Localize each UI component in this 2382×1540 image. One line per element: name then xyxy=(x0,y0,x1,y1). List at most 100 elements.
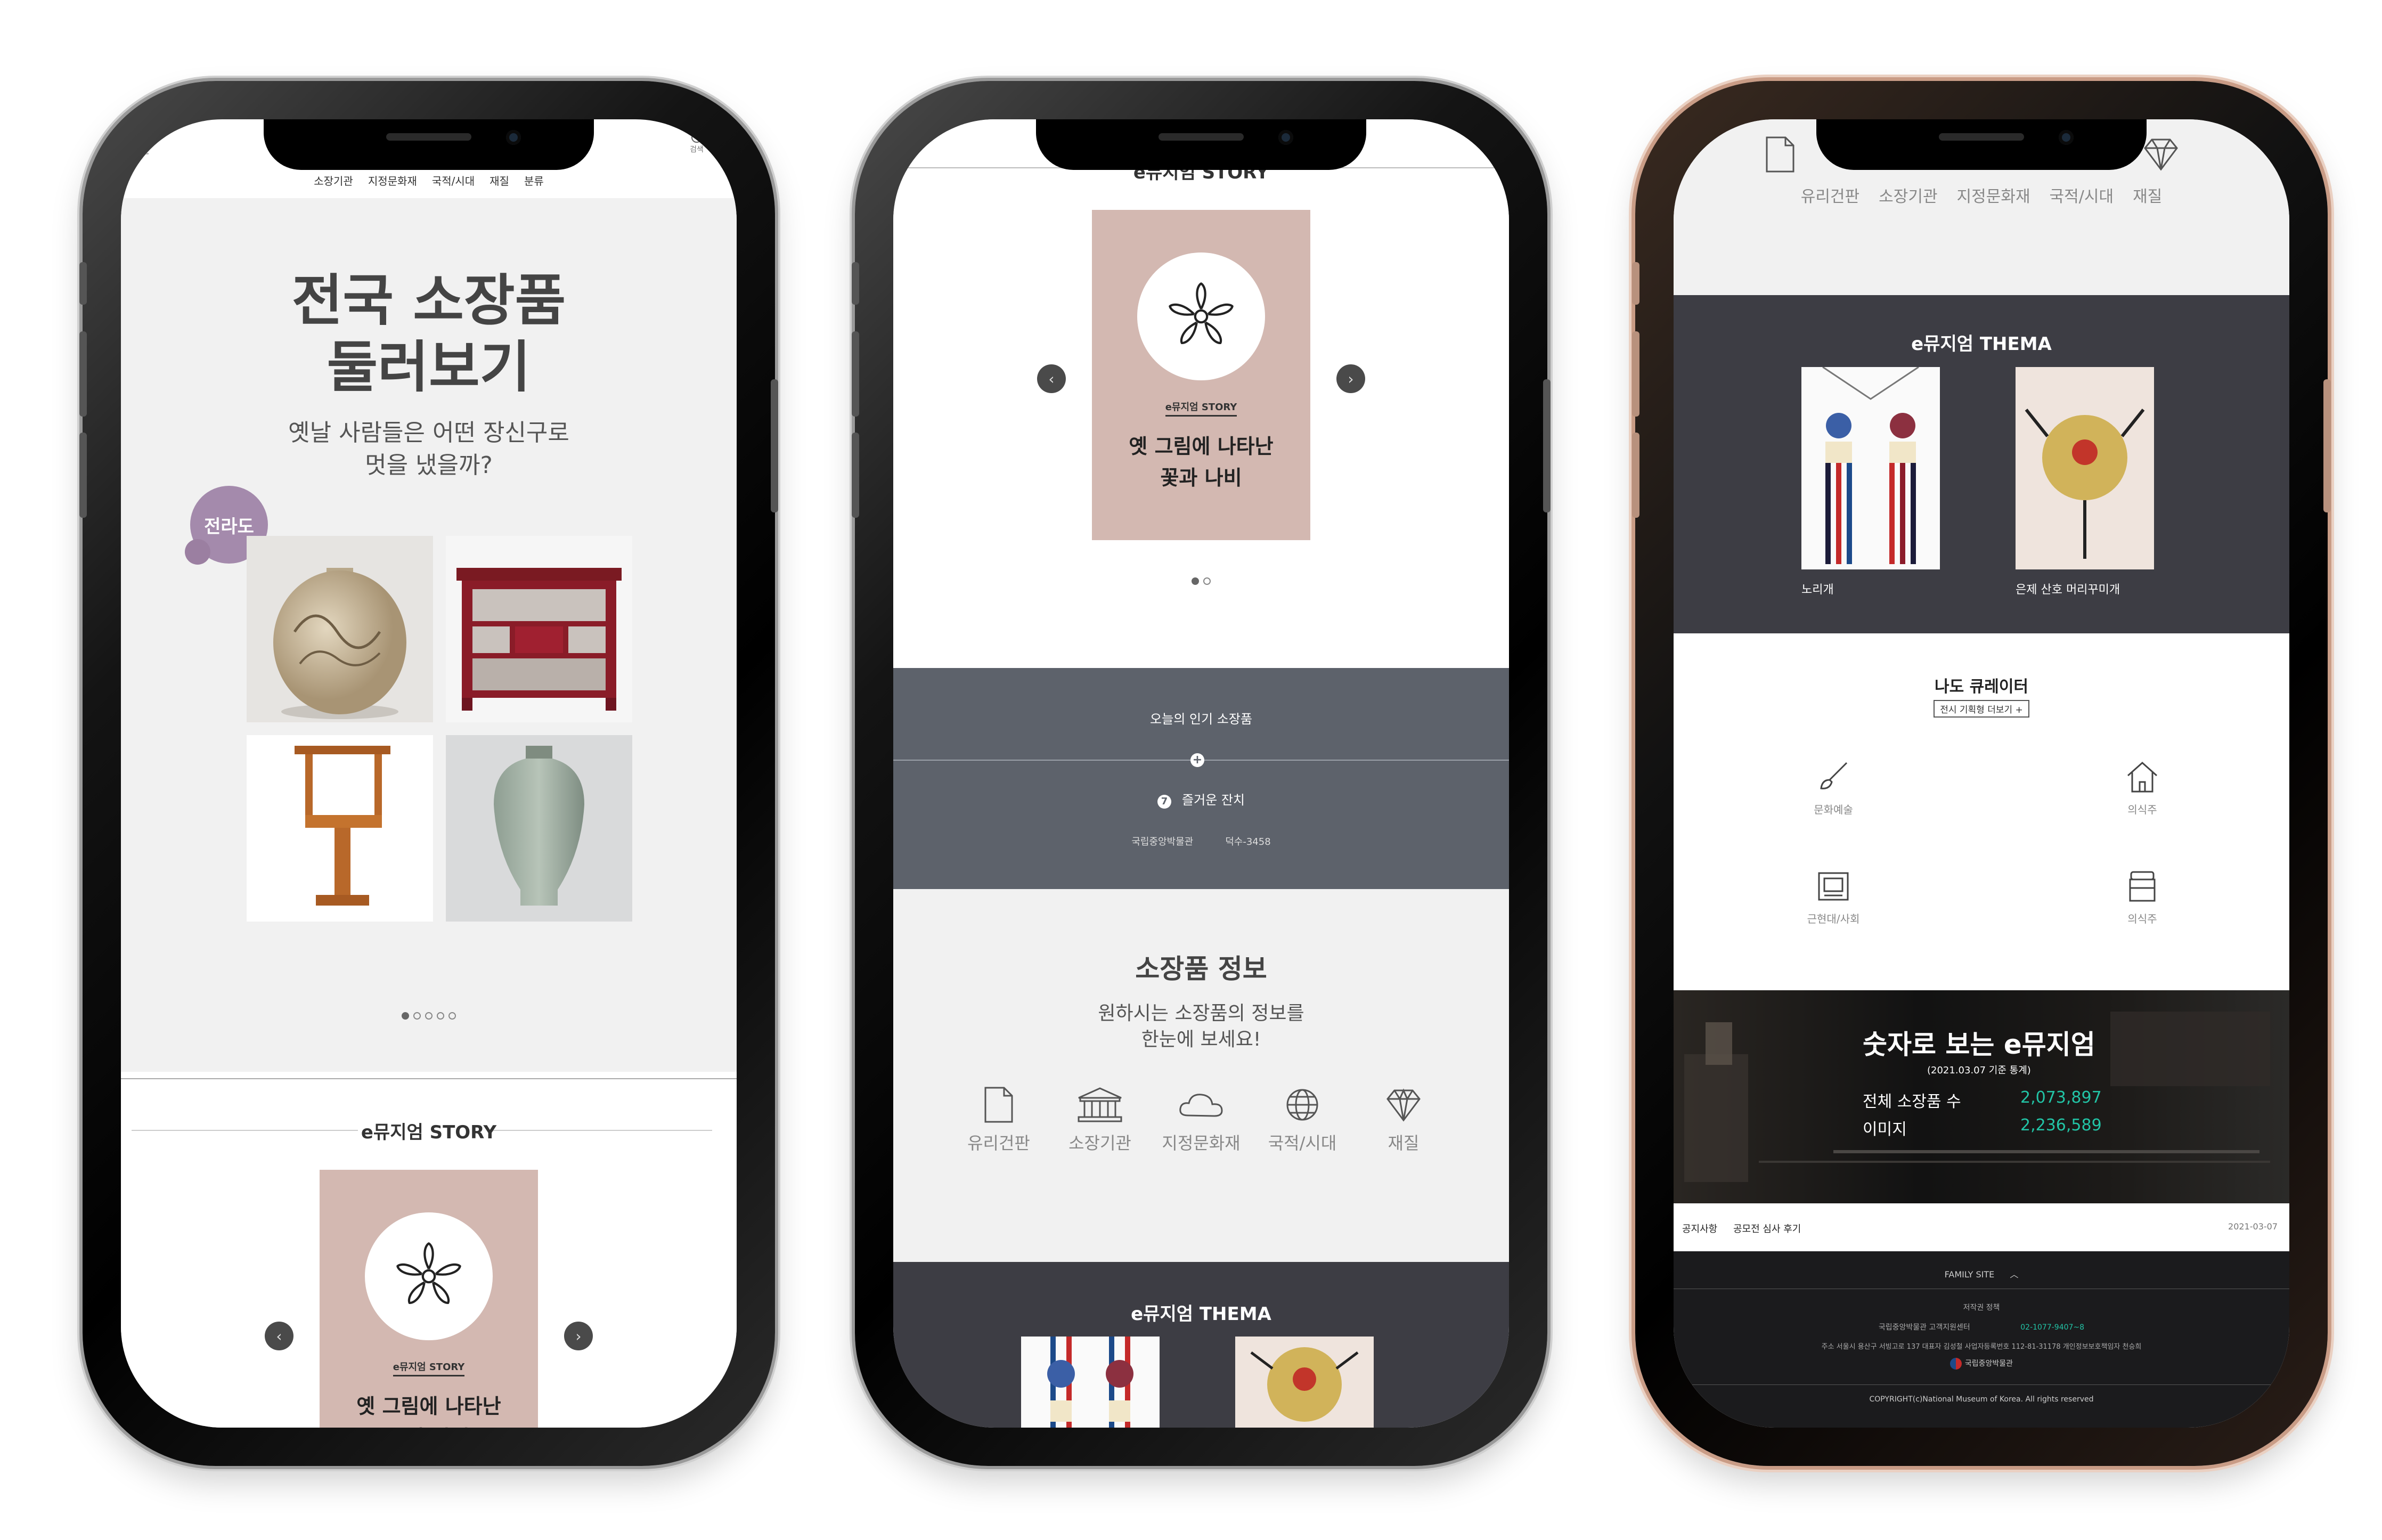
carousel-dots[interactable] xyxy=(893,577,1509,585)
thema-caption: 노리개 xyxy=(1801,583,1834,597)
nav-label[interactable]: 지정문화재 xyxy=(1957,183,2030,207)
support-phone[interactable]: 02-1077-9407~8 xyxy=(2020,1323,2084,1332)
side-button xyxy=(79,433,87,518)
container-icon xyxy=(2129,871,2156,902)
thema-thumb-hairpin[interactable] xyxy=(1235,1337,1374,1428)
phone-mockup-2: e뮤지엄 STORY e뮤지엄 STORY 옛 그림에 나타난 꽃과 나비 ‹ … xyxy=(852,81,1551,1466)
stats-date: (2021.03.07 기준 통계) xyxy=(1927,1065,2031,1076)
story-title: 옛 그림에 나타난 xyxy=(356,1395,501,1418)
hero-subtitle: 멋을 냈을까? xyxy=(365,452,493,479)
info-item-institution[interactable]: 소장기관 xyxy=(1049,1086,1151,1154)
category-living-2[interactable]: 의식주 xyxy=(2089,868,2196,926)
museum-logo: 국립중앙박물관 xyxy=(1674,1358,2289,1370)
copyright-text: COPYRIGHT(c)National Museum of Korea. Al… xyxy=(1869,1395,2094,1404)
diamond-icon xyxy=(1386,1088,1421,1122)
thema-section: e뮤지엄 THEMA 노리개 은제 산호 머리꾸미개 xyxy=(1674,295,2289,633)
stat-row-images: 이미지 2,236,589 xyxy=(1863,1116,2102,1139)
chevron-up-icon: ︿ xyxy=(2010,1269,2019,1280)
nav-label[interactable]: 국적/시대 xyxy=(2050,183,2114,207)
document-icon xyxy=(984,1087,1013,1123)
story-section: e뮤지엄 STORY e뮤지엄 STORY xyxy=(121,1078,737,1428)
artifact-thumb-celadon[interactable] xyxy=(446,735,632,922)
stat-value: 2,073,897 xyxy=(2020,1088,2102,1107)
info-title: 소장품 정보 xyxy=(1135,954,1267,984)
brush-icon xyxy=(1820,762,1848,789)
document-icon xyxy=(1766,136,1794,173)
menu-icon[interactable] xyxy=(133,141,149,154)
notice-text[interactable]: 공모전 심사 후기 xyxy=(1733,1221,1801,1235)
curator-section: 나도 큐레이터 전시 기획형 더보기 + 문화예술 의식주 근현대/사회 의식주 xyxy=(1674,633,2289,990)
carousel-dot[interactable] xyxy=(448,1012,456,1020)
region-badge-dot xyxy=(185,539,210,565)
plus-icon[interactable]: + xyxy=(1190,753,1204,767)
nav-material[interactable] xyxy=(2142,135,2180,175)
story-section: e뮤지엄 STORY e뮤지엄 STORY xyxy=(893,119,1509,668)
carousel-dot[interactable] xyxy=(1192,577,1199,585)
phone-screen-1: 검색 소장기관 지정문화재 국적/시대 재질 분류 전국 소장품 둘러보기 옛날… xyxy=(121,119,737,1428)
popular-item[interactable]: 7 즐거운 잔치 xyxy=(893,789,1509,809)
carousel-dot[interactable] xyxy=(437,1012,444,1020)
thema-thumb-norigae[interactable] xyxy=(1021,1337,1160,1428)
story-title: 옛 그림에 나타난 xyxy=(1129,435,1274,458)
carousel-dots[interactable] xyxy=(121,1012,737,1020)
nav-glass-plate[interactable] xyxy=(1764,135,1796,176)
stat-row-collection: 전체 소장품 수 2,073,897 xyxy=(1863,1088,2102,1111)
next-arrow-icon[interactable]: › xyxy=(1336,364,1365,393)
category-culture[interactable]: 문화예술 xyxy=(1780,759,1887,817)
story-card[interactable]: e뮤지엄 STORY 옛 그림에 나타난 꽃과 나비 xyxy=(1092,210,1310,540)
popular-section: 오늘의 인기 소장품 + 7 즐거운 잔치 국립중앙박물관 덕수-3458 xyxy=(893,668,1509,889)
carousel-dot[interactable] xyxy=(402,1012,409,1020)
info-item-glass-plate[interactable]: 유리건판 xyxy=(948,1086,1049,1154)
stats-title: 숫자로 보는 e뮤지엄 xyxy=(1863,1029,2095,1060)
category-living[interactable]: 의식주 xyxy=(2089,759,2196,817)
thema-thumb-norigae[interactable] xyxy=(1801,367,1940,569)
info-item-heritage[interactable]: 지정문화재 xyxy=(1151,1086,1252,1154)
thema-thumb-hairpin[interactable] xyxy=(2016,367,2154,569)
artifact-thumb-cabinet[interactable] xyxy=(446,536,632,722)
info-item-era[interactable]: 국적/시대 xyxy=(1252,1086,1353,1154)
story-title: 꽃과 나비 xyxy=(1160,466,1242,490)
info-icon-row: 유리건판 소장기관 지정문화재 국적/시대 재질 xyxy=(948,1086,1454,1154)
nav-item[interactable]: 지정문화재 xyxy=(368,173,417,188)
carousel-dot[interactable] xyxy=(425,1012,433,1020)
artifact-thumb-vase[interactable] xyxy=(247,536,433,722)
notice-bar[interactable]: 공지사항 공모전 심사 후기 2021-03-07 xyxy=(1674,1203,2289,1251)
story-heading: e뮤지엄 STORY xyxy=(361,1122,497,1143)
carousel-dot[interactable] xyxy=(413,1012,421,1020)
prev-arrow-icon[interactable]: ‹ xyxy=(1037,364,1066,393)
family-site-toggle[interactable]: FAMILY SITE ︿ xyxy=(1674,1267,2289,1280)
nav-item[interactable]: 국적/시대 xyxy=(432,173,475,188)
museum-icon xyxy=(1078,1087,1122,1122)
nav-label[interactable]: 유리건판 xyxy=(1801,183,1859,207)
diamond-icon xyxy=(2144,138,2178,171)
story-tag: e뮤지엄 STORY xyxy=(393,1362,465,1376)
info-item-material[interactable]: 재질 xyxy=(1353,1086,1454,1154)
info-subtitle: 원하시는 소장품의 정보를 xyxy=(1098,1003,1304,1024)
story-card[interactable]: e뮤지엄 STORY 옛 그림에 나타난 꽃과 나비 xyxy=(320,1170,538,1428)
side-button xyxy=(2323,379,2331,512)
phone-mockup-1: 검색 소장기관 지정문화재 국적/시대 재질 분류 전국 소장품 둘러보기 옛날… xyxy=(79,81,778,1466)
side-button xyxy=(852,262,859,305)
nav-item[interactable]: 분류 xyxy=(524,173,544,188)
category-modern[interactable]: 근현대/사회 xyxy=(1780,868,1887,926)
phone-screen-3: 유리건판 소장기관 지정문화재 국적/시대 재질 e뮤지엄 THEMA 노리개 … xyxy=(1674,119,2289,1428)
side-button xyxy=(1632,262,1639,305)
carousel-dot[interactable] xyxy=(1203,577,1211,585)
collection-info-section: 소장품 정보 원하시는 소장품의 정보를 한눈에 보세요! 유리건판 소장기관 … xyxy=(893,889,1509,1262)
story-tag: e뮤지엄 STORY xyxy=(1165,402,1237,417)
thema-title: e뮤지엄 THEMA xyxy=(1131,1303,1271,1325)
nav-label[interactable]: 소장기관 xyxy=(1879,183,1937,207)
nav-item[interactable]: 재질 xyxy=(490,173,509,188)
story-title: 꽃과 나비 xyxy=(320,1422,538,1428)
artifact-thumb-stand[interactable] xyxy=(247,735,433,922)
footer-address: 주소 서울시 용산구 서빙고로 137 대표자 김성철 사업자등록번호 112-… xyxy=(1821,1343,2142,1351)
nav-item[interactable]: 소장기관 xyxy=(314,173,353,188)
nav-label[interactable]: 재질 xyxy=(2133,183,2162,207)
next-arrow-icon[interactable]: › xyxy=(564,1322,593,1350)
search-button[interactable]: 검색 xyxy=(673,132,721,154)
prev-arrow-icon[interactable]: ‹ xyxy=(265,1322,293,1350)
hero-section: 전국 소장품 둘러보기 옛날 사람들은 어떤 장신구로 멋을 냈을까? 전라도 xyxy=(121,198,737,1072)
side-button xyxy=(852,433,859,518)
copyright-policy-link[interactable]: 저작권 정책 xyxy=(1674,1302,2289,1313)
curator-more-button[interactable]: 전시 기획형 더보기 + xyxy=(1934,700,2029,718)
